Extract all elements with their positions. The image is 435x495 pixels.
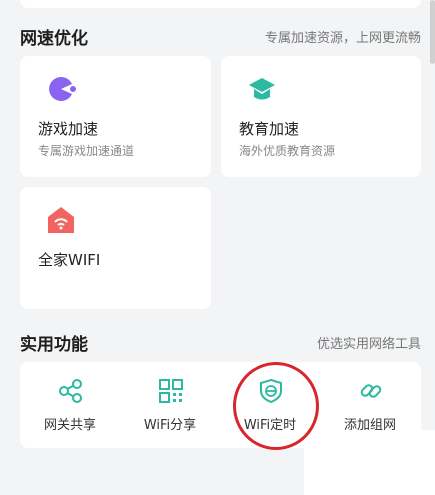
highlight-circle: [233, 362, 319, 450]
tool-label: WiFi分享: [143, 418, 197, 433]
section-title: 网速优化: [20, 29, 88, 49]
top-card: [20, 0, 421, 8]
section-title: 实用功能: [20, 335, 88, 355]
card-title: 游戏加速: [38, 120, 99, 138]
game-accel-card[interactable]: 游戏加速 专属游戏加速通道: [20, 56, 211, 177]
home-wifi-icon: [48, 207, 74, 233]
scrollbar[interactable]: [430, 0, 435, 64]
tool-label: 网关共享: [43, 418, 96, 433]
section-subtitle: 优选实用网络工具: [316, 337, 421, 352]
speed-section-header: 网速优化 专属加速资源，上网更流畅: [20, 24, 421, 49]
card-title: 教育加速: [239, 120, 300, 138]
card-desc: 海外优质教育资源: [239, 144, 336, 158]
share-icon: [59, 379, 82, 403]
family-wifi-card[interactable]: 全家WIFI: [20, 187, 211, 309]
wifi-share-tool[interactable]: WiFi分享: [120, 362, 220, 448]
bottom-overlay: [304, 430, 435, 495]
game-icon: [49, 76, 76, 101]
qr-code-icon: [159, 379, 183, 403]
gateway-share-tool[interactable]: 网关共享: [20, 362, 120, 448]
section-subtitle: 专属加速资源，上网更流畅: [264, 31, 421, 46]
card-desc: 专属游戏加速通道: [38, 144, 135, 158]
tools-section-header: 实用功能 优选实用网络工具: [20, 330, 421, 355]
graduation-cap-icon: [249, 78, 275, 100]
card-title: 全家WIFI: [38, 251, 101, 269]
link-icon: [360, 384, 382, 398]
education-accel-card[interactable]: 教育加速 海外优质教育资源: [221, 56, 421, 177]
